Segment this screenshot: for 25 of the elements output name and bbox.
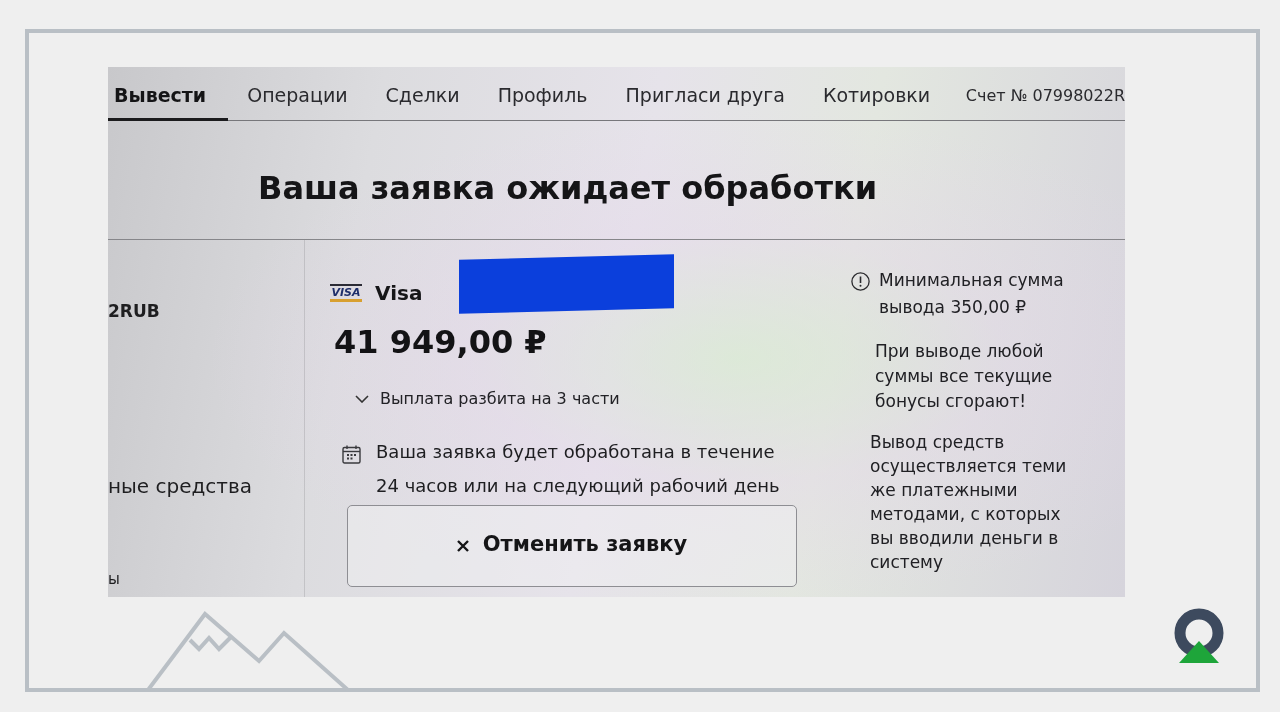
processing-notice: Ваша заявка будет обработана в течение 24 часов или на следующий рабочий день <box>376 440 781 498</box>
nav-tab[interactable]: Котировки <box>803 67 950 121</box>
minimum-amount-note: Минимальная сумма вывода 350,00 ₽ <box>879 269 1065 319</box>
ring-triangle-logo <box>1173 608 1225 664</box>
withdrawal-amount: 41 949,00 ₽ <box>334 324 547 360</box>
info-note: Вывод средств осуществляется теми же платежными методами, с которых вы вводили деньги в систему <box>870 431 1068 574</box>
calendar-icon <box>342 445 361 464</box>
nav-tab[interactable]: Операции <box>228 67 367 121</box>
sidebar-item[interactable]: ные средства <box>108 474 253 498</box>
nav-tab[interactable]: Сделки <box>366 67 479 121</box>
close-icon <box>456 540 469 552</box>
info-icon <box>851 272 870 291</box>
chevron-icon <box>355 395 369 403</box>
info-note: При выводе любой суммы все текущие бонусы сгорают! <box>875 340 1054 413</box>
nav-tab[interactable]: Вывести <box>108 67 229 121</box>
account-number: Счет № 07998022R <box>965 85 1125 105</box>
split-toggle[interactable]: Выплата разбита на 3 части <box>355 389 620 409</box>
account-label: 2RUB <box>108 301 160 321</box>
cancel-request-button[interactable]: Отменить заявку <box>347 505 797 587</box>
payment-method: Visa <box>375 281 423 305</box>
sidebar-item[interactable]: ы <box>108 570 120 588</box>
page-heading: Ваша заявка ожидает обработки <box>258 169 878 207</box>
card-brand-logo: VISA <box>330 284 362 302</box>
nav-tab[interactable]: Профиль <box>478 67 607 121</box>
nav-tab[interactable]: Пригласи друга <box>606 67 804 121</box>
